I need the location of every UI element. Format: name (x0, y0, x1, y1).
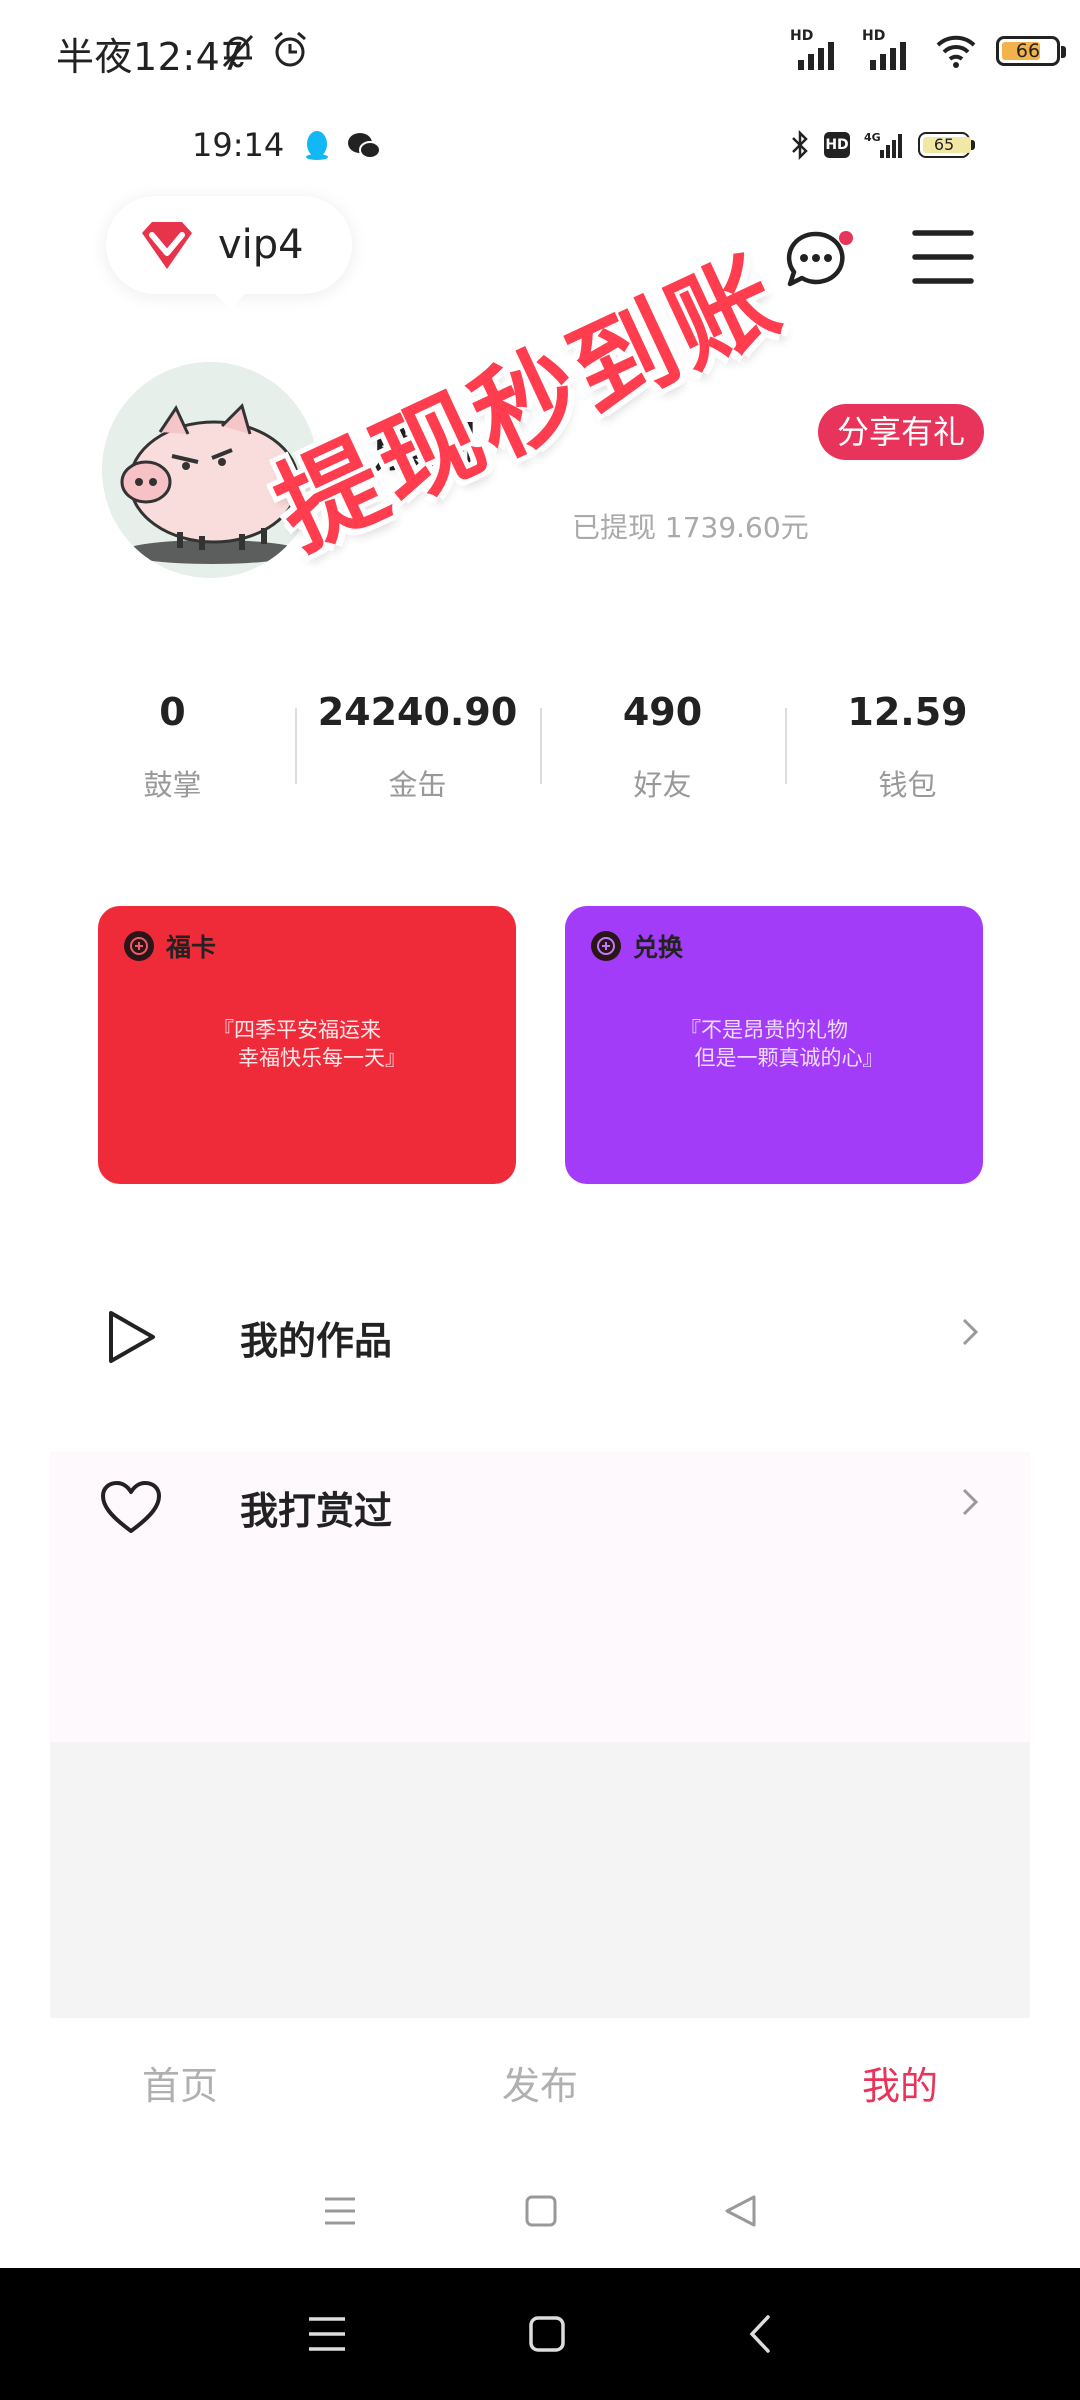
stat-friends[interactable]: 490 好友 (540, 680, 785, 820)
stat-value: 0 (159, 690, 186, 734)
alarm-clock-icon (270, 30, 310, 70)
card-logo-icon (124, 931, 154, 961)
heart-icon (94, 1470, 168, 1544)
stat-applause[interactable]: 0 鼓掌 (50, 680, 295, 820)
card-quote-line: 但是一颗真诚的心』 (694, 1046, 884, 1070)
menu-icon[interactable] (912, 228, 974, 286)
diamond-icon (138, 219, 196, 271)
menu-lines-icon[interactable] (306, 2314, 348, 2354)
inner-status-time: 19:14 (192, 126, 285, 164)
signal-4g-icon: 4G (864, 130, 904, 160)
chevron-right-icon (960, 1314, 980, 1350)
tab-publish[interactable]: 发布 (360, 2016, 720, 2156)
battery-icon: 66 (996, 36, 1066, 66)
wechat-icon (346, 130, 382, 162)
home-square-icon[interactable] (524, 2194, 558, 2228)
play-icon (94, 1300, 168, 1374)
inner-system-nav (0, 2156, 1080, 2266)
stat-label: 鼓掌 (143, 768, 202, 802)
menu-label: 我的作品 (240, 1318, 393, 1363)
bottom-tab-bar: 首页 发布 我的 (0, 2016, 1080, 2156)
stat-label: 好友 (633, 768, 692, 802)
share-gift-button[interactable]: 分享有礼 (818, 404, 984, 460)
stat-value: 490 (622, 690, 703, 734)
stat-label: 钱包 (878, 768, 937, 802)
card-quote-line: 『不是昂贵的礼物 (680, 1018, 848, 1042)
home-square-icon-outer[interactable] (528, 2315, 566, 2353)
back-chevron-icon[interactable] (746, 2313, 774, 2355)
message-icon[interactable] (784, 228, 854, 292)
stats-row: 0 鼓掌 24240.90 金缶 490 好友 12.59 钱包 (50, 680, 1030, 820)
card-logo-icon (591, 931, 621, 961)
card-quote-line: 幸福快乐每一天』 (238, 1046, 406, 1070)
wifi-icon (934, 33, 978, 69)
card-quote-line: 『四季平安福运来 (213, 1018, 381, 1042)
signal-hd-icon-2: HD (862, 28, 916, 74)
signal-hd-icon: HD (790, 28, 844, 74)
stat-coins[interactable]: 24240.90 金缶 (295, 680, 540, 820)
hd-badge-icon: HD (824, 132, 850, 158)
card-title: 兑换 (633, 933, 684, 962)
content-gray-area (50, 1742, 1030, 2018)
back-triangle-icon[interactable] (724, 2194, 758, 2228)
stat-value: 12.59 (847, 690, 968, 734)
blessing-card[interactable]: 福卡 『四季平安福运来 幸福快乐每一天』 (98, 906, 516, 1184)
outer-status-time: 半夜12:47 (56, 35, 246, 79)
mute-bell-icon (218, 30, 258, 70)
vip-level: vip4 (218, 222, 304, 268)
tab-mine[interactable]: 我的 (720, 2016, 1080, 2156)
exchange-card[interactable]: 兑换 『不是昂贵的礼物 但是一颗真诚的心』 (565, 906, 983, 1184)
withdrawn-amount: 已提现 1739.60元 (572, 511, 809, 544)
vip-badge[interactable]: vip4 (106, 196, 352, 294)
bluetooth-icon (790, 130, 810, 160)
tipped-row[interactable]: 我打赏过 (50, 1422, 1030, 1592)
svg-text:4G: 4G (864, 131, 881, 144)
stat-label: 金缶 (388, 768, 447, 802)
qq-icon (300, 128, 334, 162)
my-works-row[interactable]: 我的作品 (50, 1252, 1030, 1422)
battery-icon-inner: 65 (918, 132, 975, 158)
vip-pill-pointer (212, 290, 248, 310)
stat-value: 24240.90 (317, 690, 518, 734)
recent-apps-icon[interactable] (322, 2193, 358, 2229)
outer-system-nav (0, 2268, 1080, 2400)
chevron-right-icon (960, 1484, 980, 1520)
card-title: 福卡 (166, 933, 217, 962)
stat-wallet[interactable]: 12.59 钱包 (785, 680, 1030, 820)
menu-label: 我打赏过 (240, 1488, 393, 1533)
tab-home[interactable]: 首页 (0, 2016, 360, 2156)
